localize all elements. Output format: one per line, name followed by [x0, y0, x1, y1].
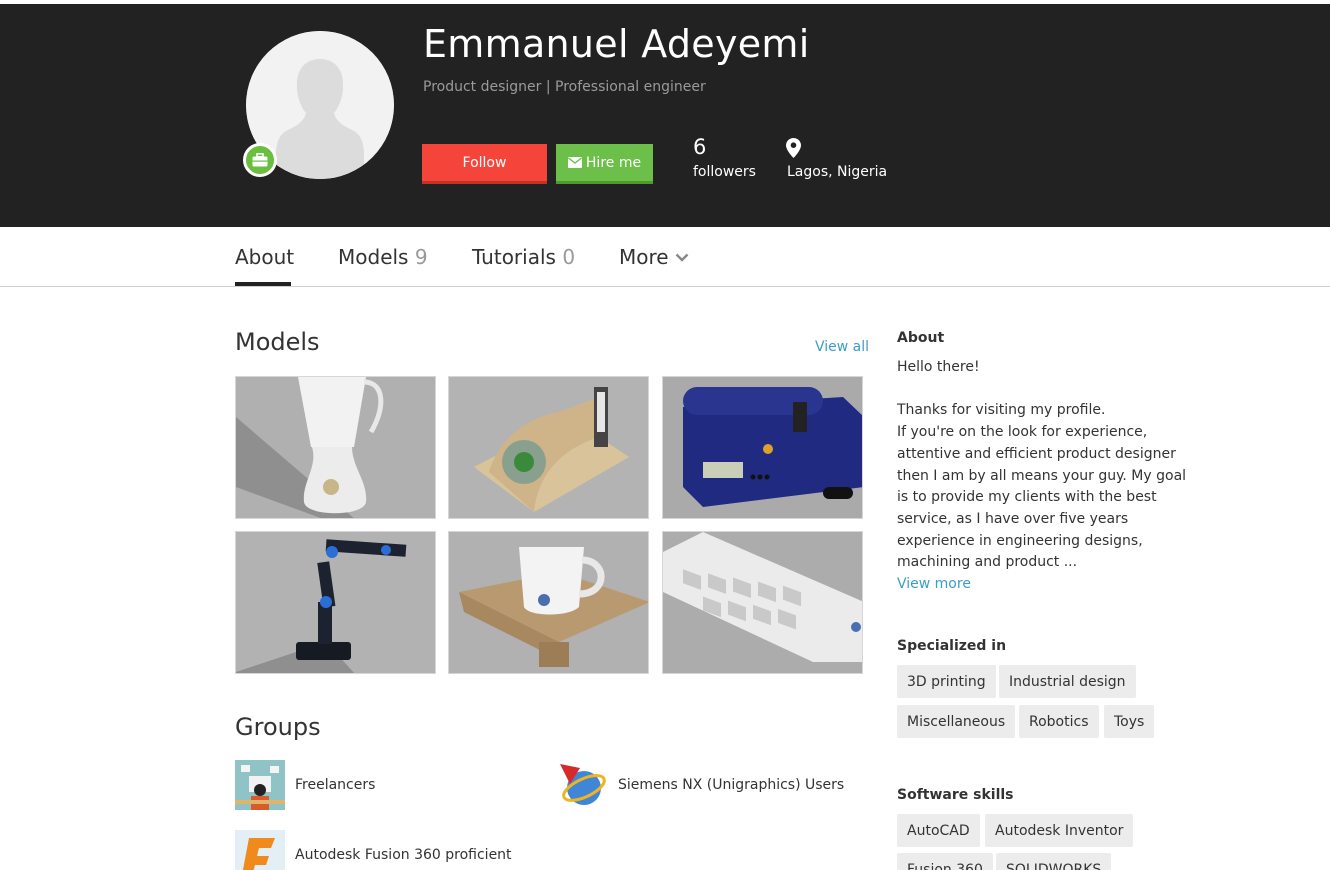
- tab-more-label: More: [619, 245, 669, 269]
- tab-models-count: 9: [414, 245, 428, 269]
- tab-about[interactable]: About: [235, 245, 295, 286]
- hire-me-label: Hire me: [585, 154, 642, 171]
- view-more-link[interactable]: View more: [897, 576, 971, 592]
- envelope-icon: [567, 157, 582, 168]
- model-thumbnail-machine[interactable]: [662, 376, 863, 519]
- profile-name: Emmanuel Adeyemi: [423, 22, 810, 66]
- pro-briefcase-badge: [243, 143, 277, 177]
- tab-more[interactable]: More: [619, 245, 689, 286]
- about-body: If you're on the look for experience, at…: [897, 424, 1187, 571]
- software-skill-tag[interactable]: AutoCAD: [897, 814, 980, 847]
- model-thumbnail-blender[interactable]: [235, 376, 436, 519]
- group-label: Siemens NX (Unigraphics) Users: [618, 777, 845, 793]
- about-line: Thanks for visiting my profile.: [897, 402, 1106, 419]
- specialization-tag[interactable]: Industrial design: [999, 665, 1136, 698]
- specialization-tag[interactable]: 3D printing: [897, 665, 996, 698]
- group-fusion-360[interactable]: Autodesk Fusion 360 proficient: [235, 830, 512, 870]
- software-skill-tag[interactable]: Fusion 360: [897, 853, 993, 870]
- siemens-nx-icon: [560, 764, 606, 805]
- location-text: Lagos, Nigeria: [787, 164, 888, 180]
- tab-models[interactable]: Models 9: [338, 245, 428, 286]
- about-greeting: Hello there!: [897, 359, 980, 375]
- about-text: Hello there! Thanks for visiting my prof…: [897, 357, 1197, 574]
- group-freelancers[interactable]: Freelancers: [235, 760, 375, 810]
- ice-tray-model-icon: [663, 532, 862, 673]
- specialization-tag[interactable]: Toys: [1104, 705, 1155, 738]
- model-thumbnail-mug-holder[interactable]: [448, 531, 649, 674]
- software-skill-tag[interactable]: Autodesk Inventor: [985, 814, 1134, 847]
- tab-about-label: About: [235, 245, 295, 269]
- software-skills-heading: Software skills: [897, 787, 1014, 803]
- group-siemens-nx[interactable]: Siemens NX (Unigraphics) Users: [558, 760, 844, 810]
- group-label: Autodesk Fusion 360 proficient: [295, 847, 512, 863]
- chevron-down-icon: [675, 253, 688, 262]
- profile-tabs: About Models 9 Tutorials 0 More: [0, 227, 1330, 287]
- blender-model-icon: [236, 377, 435, 518]
- model-thumbnail-bracket[interactable]: [448, 376, 649, 519]
- bracket-model-icon: [449, 377, 648, 518]
- map-pin-icon: [786, 138, 801, 158]
- model-thumbnail-robot-arm[interactable]: [235, 531, 436, 674]
- group-label: Freelancers: [295, 777, 376, 793]
- profile-tagline: Product designer | Professional engineer: [423, 79, 706, 95]
- model-thumbnail-ice-tray[interactable]: [662, 531, 863, 674]
- specialized-heading: Specialized in: [897, 638, 1007, 654]
- followers-count[interactable]: 6: [693, 135, 706, 159]
- tab-tutorials[interactable]: Tutorials 0: [472, 245, 575, 286]
- groups-section-title: Groups: [235, 713, 321, 741]
- tab-tutorials-count: 0: [562, 245, 576, 269]
- machine-model-icon: [663, 377, 862, 518]
- software-skill-tag[interactable]: SOLIDWORKS: [996, 853, 1112, 870]
- about-heading: About: [897, 330, 945, 346]
- freelancers-group-icon: [235, 760, 285, 810]
- specialization-tag[interactable]: Robotics: [1019, 705, 1099, 738]
- profile-header: Emmanuel Adeyemi Product designer | Prof…: [0, 0, 1330, 227]
- follow-button[interactable]: Follow: [422, 144, 547, 184]
- fusion-360-icon: [235, 830, 285, 870]
- view-all-models-link[interactable]: View all: [815, 339, 869, 355]
- hire-me-button[interactable]: Hire me: [556, 144, 653, 184]
- briefcase-icon: [252, 153, 268, 167]
- specialization-tag[interactable]: Miscellaneous: [897, 705, 1016, 738]
- follow-label: Follow: [462, 154, 507, 171]
- tab-models-label: Models: [338, 245, 409, 269]
- robot-arm-model-icon: [236, 532, 435, 673]
- models-section-title: Models: [235, 328, 320, 356]
- tab-tutorials-label: Tutorials: [472, 245, 556, 269]
- followers-label[interactable]: followers: [693, 164, 756, 180]
- mug-holder-model-icon: [449, 532, 648, 673]
